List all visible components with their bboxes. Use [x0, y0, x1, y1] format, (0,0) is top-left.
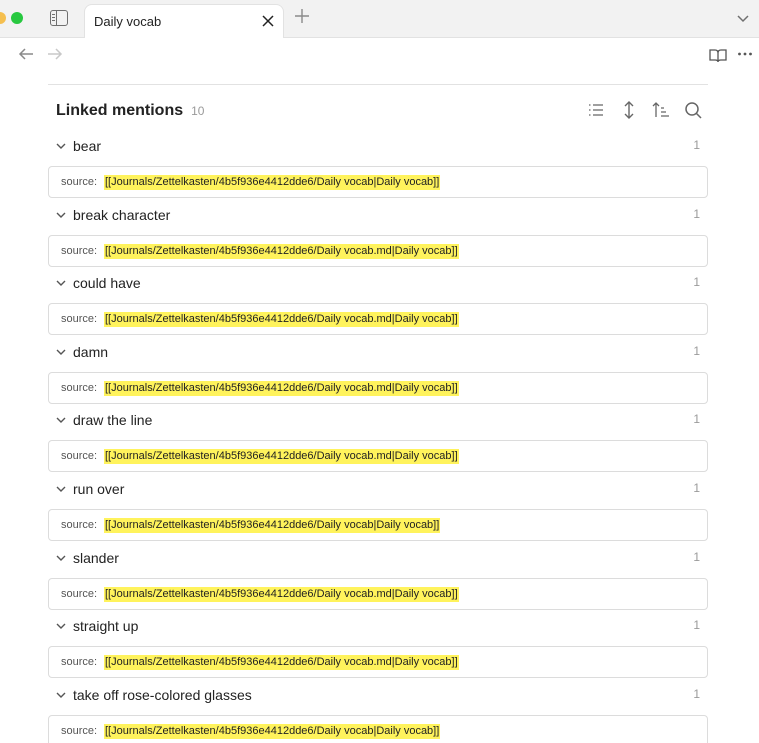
- linked-mentions-title: Linked mentions: [56, 102, 184, 119]
- backlinks-pane: Linked mentions 10 bear 1 source: [[Journals…: [0, 74, 759, 743]
- source-label: source:: [61, 656, 98, 668]
- chevron-down-icon[interactable]: [55, 139, 67, 157]
- tab-daily-vocab[interactable]: Daily vocab: [84, 4, 284, 39]
- mention-group-header[interactable]: break character 1: [48, 206, 708, 228]
- mention-context[interactable]: source: [[Journals/Zettelkasten/4b5f936e4…: [48, 166, 708, 198]
- mention-context[interactable]: source: [[Journals/Zettelkasten/4b5f936e4…: [48, 303, 708, 335]
- minimize-window-button[interactable]: [0, 12, 6, 24]
- source-link[interactable]: [[Journals/Zettelkasten/4b5f936e4412dde6…: [104, 655, 459, 670]
- mention-term: bear: [73, 138, 102, 154]
- mention-group-header[interactable]: run over 1: [48, 480, 708, 502]
- source-link[interactable]: [[Journals/Zettelkasten/4b5f936e4412dde6…: [104, 449, 459, 464]
- divider: [48, 84, 708, 85]
- mention-count: 1: [693, 550, 700, 564]
- source-link[interactable]: [[Journals/Zettelkasten/4b5f936e4412dde6…: [104, 518, 441, 533]
- source-link[interactable]: [[Journals/Zettelkasten/4b5f936e4412dde6…: [104, 381, 459, 396]
- linked-mention-item: draw the line 1 source: [[Journals/Zettelka…: [48, 411, 708, 472]
- mention-term: slander: [73, 550, 119, 566]
- mention-group-header[interactable]: could have 1: [48, 274, 708, 296]
- linked-mention-item: could have 1 source: [[Journals/Zettelkaste…: [48, 274, 708, 335]
- source-link[interactable]: [[Journals/Zettelkasten/4b5f936e4412dde6…: [104, 175, 441, 190]
- plus-icon[interactable]: [294, 6, 310, 28]
- chevron-down-icon[interactable]: [55, 276, 67, 294]
- chevron-down-icon[interactable]: [55, 688, 67, 706]
- zoom-window-button[interactable]: [11, 12, 23, 24]
- chevron-down-icon[interactable]: [736, 11, 750, 29]
- chevron-down-icon[interactable]: [55, 551, 67, 569]
- expand-vertical-icon[interactable]: [619, 100, 641, 122]
- linked-mention-item: take off rose-colored glasses 1 source: [[J…: [48, 686, 708, 743]
- mention-group-header[interactable]: take off rose-colored glasses 1: [48, 686, 708, 708]
- mention-group-header[interactable]: draw the line 1: [48, 411, 708, 433]
- mention-group-header[interactable]: straight up 1: [48, 617, 708, 639]
- mention-count: 1: [693, 344, 700, 358]
- more-icon[interactable]: [737, 44, 753, 65]
- linked-mention-item: slander 1 source: [[Journals/Zettelkasten/4…: [48, 549, 708, 610]
- mention-group-header[interactable]: damn 1: [48, 343, 708, 365]
- source-label: source:: [61, 382, 98, 394]
- mention-term: take off rose-colored glasses: [73, 687, 252, 703]
- mention-count: 1: [693, 138, 700, 152]
- linked-mentions-header: Linked mentions 10: [56, 102, 204, 120]
- source-link[interactable]: [[Journals/Zettelkasten/4b5f936e4412dde6…: [104, 724, 441, 739]
- arrow-right-icon[interactable]: [47, 46, 63, 66]
- sort-icon[interactable]: [651, 100, 673, 122]
- source-link[interactable]: [[Journals/Zettelkasten/4b5f936e4412dde6…: [104, 244, 459, 259]
- linked-mention-item: bear 1 source: [[Journals/Zettelkasten/4b5f…: [48, 137, 708, 198]
- chevron-down-icon[interactable]: [55, 413, 67, 431]
- source-label: source:: [61, 519, 98, 531]
- linked-mention-item: break character 1 source: [[Journals/Zettel…: [48, 206, 708, 267]
- mention-count: 1: [693, 687, 700, 701]
- chevron-down-icon[interactable]: [55, 345, 67, 363]
- mention-count: 1: [693, 618, 700, 632]
- source-link[interactable]: [[Journals/Zettelkasten/4b5f936e4412dde6…: [104, 587, 459, 602]
- list-icon[interactable]: [586, 100, 608, 122]
- mention-count: 1: [693, 207, 700, 221]
- mention-count: 1: [693, 412, 700, 426]
- mention-count: 1: [693, 481, 700, 495]
- source-label: source:: [61, 176, 98, 188]
- linked-mention-item: run over 1 source: [[Journals/Zettelkasten/…: [48, 480, 708, 541]
- linked-mention-item: damn 1 source: [[Journals/Zettelkasten/4b5f…: [48, 343, 708, 404]
- linked-mention-item: straight up 1 source: [[Journals/Zettelkast…: [48, 617, 708, 678]
- tab-bar: Daily vocab: [0, 0, 759, 39]
- close-icon[interactable]: [261, 11, 275, 31]
- tab-title: Daily vocab: [94, 14, 162, 29]
- mention-term: could have: [73, 275, 141, 291]
- book-open-icon[interactable]: [709, 48, 727, 68]
- mention-context[interactable]: source: [[Journals/Zettelkasten/4b5f936e4…: [48, 578, 708, 610]
- source-label: source:: [61, 313, 98, 325]
- mention-term: run over: [73, 481, 125, 497]
- arrow-left-icon[interactable]: [18, 46, 34, 66]
- mention-context[interactable]: source: [[Journals/Zettelkasten/4b5f936e4…: [48, 440, 708, 472]
- chevron-down-icon[interactable]: [55, 619, 67, 637]
- source-label: source:: [61, 450, 98, 462]
- mention-term: draw the line: [73, 412, 153, 428]
- nav-bar: [0, 38, 759, 74]
- mention-context[interactable]: source: [[Journals/Zettelkasten/4b5f936e4…: [48, 715, 708, 743]
- chevron-down-icon[interactable]: [55, 208, 67, 226]
- mention-term: break character: [73, 207, 171, 223]
- mention-context[interactable]: source: [[Journals/Zettelkasten/4b5f936e4…: [48, 646, 708, 678]
- source-label: source:: [61, 245, 98, 257]
- mention-context[interactable]: source: [[Journals/Zettelkasten/4b5f936e4…: [48, 509, 708, 541]
- sidebar-toggle-icon[interactable]: [50, 10, 68, 26]
- source-label: source:: [61, 588, 98, 600]
- mention-context[interactable]: source: [[Journals/Zettelkasten/4b5f936e4…: [48, 372, 708, 404]
- source-link[interactable]: [[Journals/Zettelkasten/4b5f936e4412dde6…: [104, 312, 459, 327]
- chevron-down-icon[interactable]: [55, 482, 67, 500]
- mention-term: damn: [73, 344, 109, 360]
- linked-mentions-count: 10: [191, 104, 205, 118]
- mention-count: 1: [693, 275, 700, 289]
- search-icon[interactable]: [683, 100, 705, 122]
- mention-group-header[interactable]: slander 1: [48, 549, 708, 571]
- source-label: source:: [61, 725, 98, 737]
- mention-term: straight up: [73, 618, 139, 634]
- mention-group-header[interactable]: bear 1: [48, 137, 708, 159]
- mention-context[interactable]: source: [[Journals/Zettelkasten/4b5f936e4…: [48, 235, 708, 267]
